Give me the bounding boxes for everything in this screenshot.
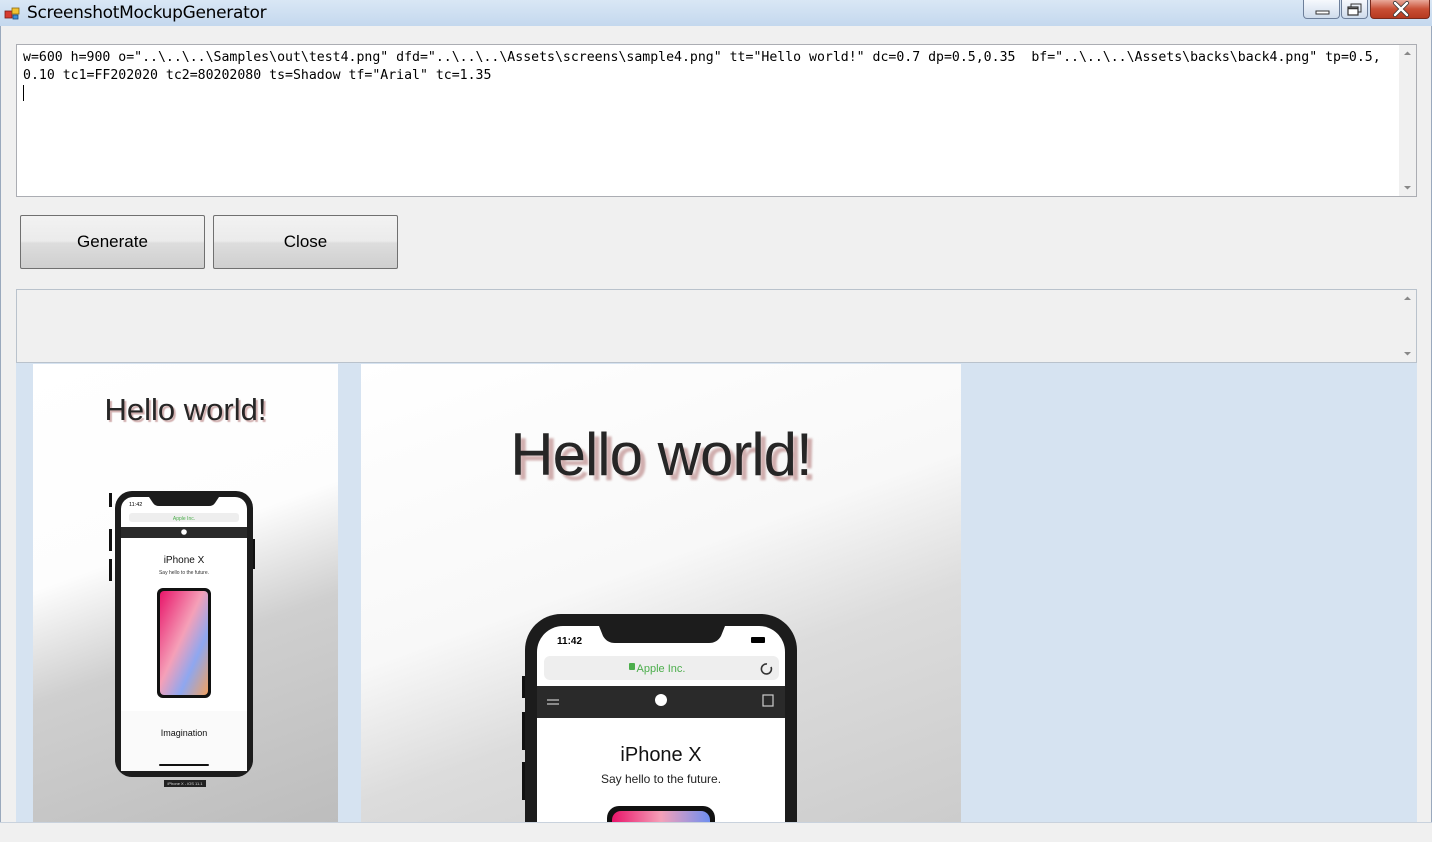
scroll-down-icon[interactable]: [1399, 179, 1416, 196]
close-window-button[interactable]: [1370, 0, 1430, 19]
close-icon: [1393, 1, 1409, 17]
generate-button[interactable]: Generate: [20, 215, 205, 269]
scroll-up-icon[interactable]: [1399, 290, 1416, 307]
close-button[interactable]: Close: [213, 215, 398, 269]
tagline: Say hello to the future.: [601, 772, 721, 786]
maximize-button[interactable]: [1341, 0, 1368, 19]
phone-mockup-small: 11:42 Apple Inc. iPhone X Say hello to t…: [109, 491, 255, 777]
preview-thumbnail-large[interactable]: Hello world! 11:42 Apple Inc. iPhone X S…: [361, 364, 961, 822]
product-title: iPhone X: [620, 744, 701, 766]
url-text: Apple Inc.: [173, 516, 195, 522]
command-input[interactable]: w=600 h=900 o="..\..\..\Samples\out\test…: [16, 44, 1417, 197]
status-time: 11:42: [557, 636, 582, 647]
phone-mockup-large: 11:42 Apple Inc. iPhone X Say hello to t…: [522, 614, 797, 822]
command-text[interactable]: w=600 h=900 o="..\..\..\Samples\out\test…: [23, 49, 1393, 85]
app-icon: [4, 7, 20, 20]
minimize-button[interactable]: [1303, 0, 1340, 19]
title-bar: ScreenshotMockupGenerator: [0, 0, 1432, 26]
feature-title: Imagination: [161, 728, 208, 738]
headline-text: Hello world!: [104, 392, 267, 427]
window-title: ScreenshotMockupGenerator: [27, 3, 267, 23]
tagline: Say hello to the future.: [159, 570, 209, 576]
preview-thumbnail-small[interactable]: Hello world! 11:42 Apple Inc. iPhone X S…: [33, 364, 338, 822]
scroll-up-icon[interactable]: [1399, 45, 1416, 62]
window-bottom-edge: [0, 822, 1432, 842]
text-caret: [23, 85, 24, 101]
command-scrollbar[interactable]: [1399, 45, 1416, 196]
maximize-icon: [1347, 3, 1362, 16]
log-output[interactable]: [16, 289, 1417, 363]
url-text: Apple Inc.: [637, 663, 686, 675]
minimize-icon: [1315, 10, 1330, 15]
status-time: 11:42: [129, 502, 142, 508]
headline-text: Hello world!: [510, 421, 812, 488]
preview-panel: Hello world! 11:42 Apple Inc. iPhone X S…: [16, 363, 1417, 822]
product-title: iPhone X: [164, 555, 205, 566]
device-caption: iPhone X - iOS 11.1: [164, 780, 206, 787]
log-scrollbar[interactable]: [1399, 290, 1416, 362]
scroll-down-icon[interactable]: [1399, 345, 1416, 362]
